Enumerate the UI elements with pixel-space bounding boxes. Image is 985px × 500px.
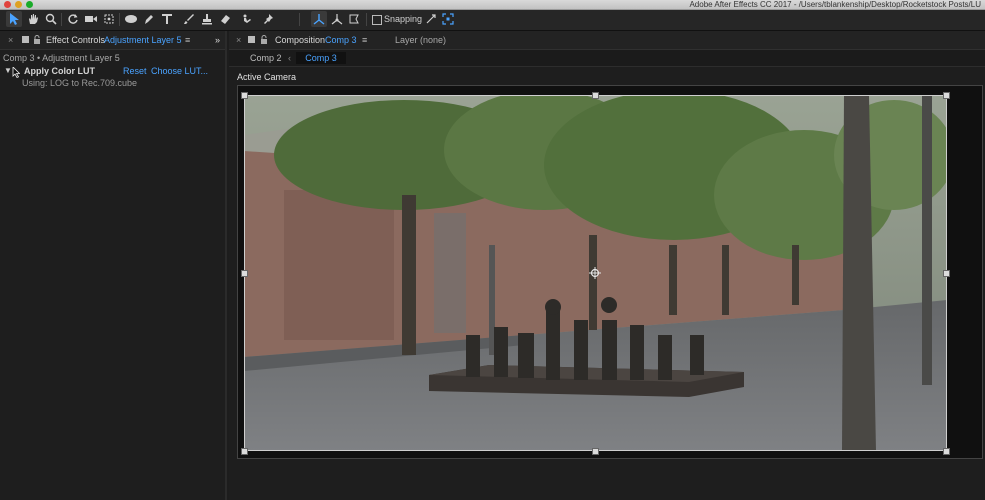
roto-brush-icon[interactable] [239,11,255,27]
lut-file-info: Using: LOG to Rec.709.cube [22,78,138,88]
camera-icon[interactable] [83,11,99,27]
layer-handle[interactable] [241,92,248,99]
window-title-bar: Adobe After Effects CC 2017 - /Users/tbl… [0,0,985,10]
navigator-arrow-icon[interactable]: ‹ [288,52,291,64]
expand-triangle-icon[interactable]: ▼ [4,66,12,75]
composition-panel: × Composition Comp 3 ≡ Layer (none) Comp… [229,31,985,500]
toolbar-divider [119,13,120,26]
expand-panel-icon[interactable]: » [215,31,220,49]
layer-handle[interactable] [943,270,950,277]
layer-handle[interactable] [943,92,950,99]
clone-stamp-icon[interactable] [199,11,215,27]
effect-controls-tab[interactable]: × Effect Controls Adjustment Layer 5 ≡ » [0,31,225,50]
layer-handle[interactable] [241,270,248,277]
anchor-point-icon[interactable] [589,267,601,279]
active-camera-label: Active Camera [237,72,297,82]
mouse-cursor-icon [12,67,20,78]
layer-tab[interactable]: Layer (none) [395,31,446,49]
choose-lut-link[interactable]: Choose LUT... [151,66,208,76]
effect-row-apply-color-lut[interactable]: ▼ Apply Color LUT Reset Choose LUT... [0,65,225,78]
panel-icon [22,36,29,43]
brush-icon[interactable] [181,11,197,27]
ellipse-icon[interactable] [123,11,139,27]
snapping-label: Snapping [384,14,423,24]
layer-handle[interactable] [592,92,599,99]
panel-menu-icon[interactable]: ≡ [362,31,367,49]
close-window-button[interactable] [4,1,11,8]
type-icon[interactable] [159,11,175,27]
composition-tab-comp-name[interactable]: Comp 3 [325,31,357,49]
eraser-icon[interactable] [217,11,233,27]
zoom-window-button[interactable] [26,1,33,8]
composition-viewer[interactable] [237,85,983,459]
toolbar-divider [299,13,300,26]
snapping-checkbox[interactable] [372,15,382,25]
layer-handle[interactable] [241,448,248,455]
composition-tab-label[interactable]: Composition [275,31,325,49]
local-axis-icon[interactable] [311,11,327,27]
snap-features-icon[interactable] [440,11,456,27]
reset-link[interactable]: Reset [123,66,147,76]
toolbar-divider [61,13,62,26]
puppet-pin-icon[interactable] [261,11,277,27]
pan-behind-icon[interactable] [101,11,117,27]
lock-icon[interactable] [260,31,268,50]
comp-navigator: Comp 2 ‹ Comp 3 [229,50,985,67]
window-title: Adobe After Effects CC 2017 - /Users/tbl… [689,0,981,9]
effect-controls-panel: × Effect Controls Adjustment Layer 5 ≡ »… [0,31,227,500]
composition-tab-bar: × Composition Comp 3 ≡ Layer (none) [229,31,985,50]
panel-icon [248,36,255,43]
pen-icon[interactable] [141,11,157,27]
selection-tool-icon[interactable] [6,11,22,27]
rotate-icon[interactable] [65,11,81,27]
hand-icon[interactable] [25,11,41,27]
subtab-comp-2[interactable]: Comp 2 [250,52,282,64]
view-axis-icon[interactable] [346,11,362,27]
zoom-icon[interactable] [43,11,59,27]
effect-controls-breadcrumb: Comp 3 • Adjustment Layer 5 [3,53,120,63]
layer-handle[interactable] [592,448,599,455]
layer-handle[interactable] [943,448,950,455]
subtab-comp-3[interactable]: Comp 3 [296,52,346,64]
lock-icon[interactable] [33,31,41,50]
world-axis-icon[interactable] [329,11,345,27]
close-tab-icon[interactable]: × [236,31,241,49]
toolbar-divider [366,13,367,26]
minimize-window-button[interactable] [15,1,22,8]
effect-controls-tab-label: Effect Controls [46,35,105,45]
tools-bar: Snapping [0,10,985,31]
effect-controls-layer-name: Adjustment Layer 5 [104,35,182,45]
close-tab-icon[interactable]: × [8,31,13,49]
effect-name: Apply Color LUT [24,66,95,76]
snap-edges-icon[interactable] [423,11,439,27]
panel-menu-icon[interactable]: ≡ [185,31,190,49]
